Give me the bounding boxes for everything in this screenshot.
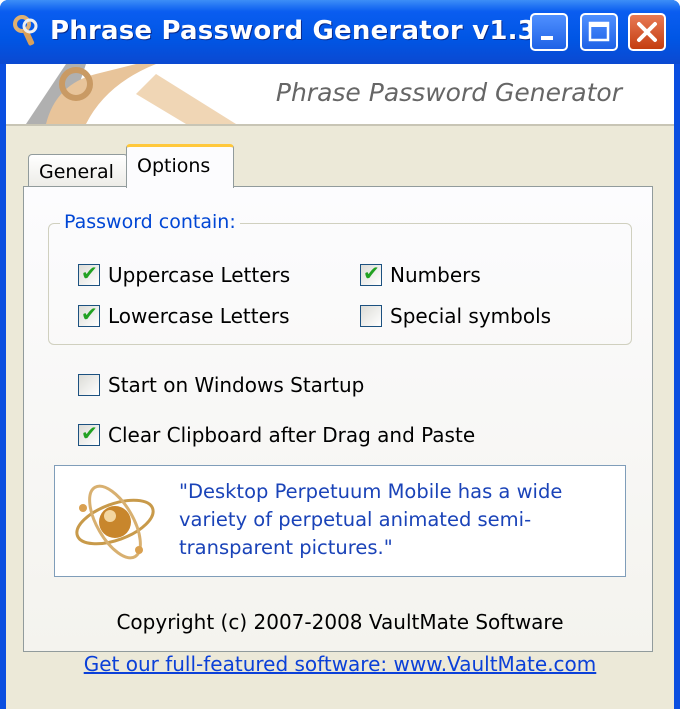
checkbox-box[interactable]: ✔ [78, 302, 100, 327]
title-bar[interactable]: Phrase Password Generator v1.3 [0, 0, 680, 64]
checkbox-box[interactable]: ✔ [78, 261, 100, 286]
lowercase-checkbox[interactable]: ✔ Lowercase Letters [78, 302, 290, 328]
numbers-label: Numbers [390, 263, 481, 287]
banner-title: Phrase Password Generator [275, 78, 622, 107]
uppercase-checkbox[interactable]: ✔ Uppercase Letters [78, 261, 291, 287]
tab-general[interactable]: General [28, 154, 128, 188]
tab-options[interactable]: Options [126, 144, 234, 188]
check-icon: ✔ [81, 261, 98, 285]
maximize-button[interactable] [580, 13, 618, 51]
keys-icon [13, 15, 38, 46]
close-button[interactable] [628, 13, 666, 51]
checkbox-box[interactable] [78, 374, 100, 396]
special-symbols-label: Special symbols [390, 304, 552, 328]
group-label: Password contain: [60, 211, 240, 233]
checkbox-box[interactable]: ✔ [360, 261, 382, 286]
client-area: Phrase Password Generator General Option… [6, 64, 674, 709]
ad-box[interactable]: "Desktop Perpetuum Mobile has a wide var… [54, 465, 626, 577]
check-icon: ✔ [81, 302, 98, 326]
copyright-text: Copyright (c) 2007-2008 VaultMate Softwa… [116, 610, 564, 634]
check-icon: ✔ [81, 421, 98, 445]
options-panel: Password contain: ✔ Uppercase Letters ✔ … [23, 186, 653, 652]
clear-clipboard-label: Clear Clipboard after Drag and Paste [108, 423, 476, 447]
vaultmate-link[interactable]: Get our full-featured software: www.Vaul… [6, 652, 674, 676]
numbers-checkbox[interactable]: ✔ Numbers [360, 261, 481, 287]
check-icon: ✔ [363, 261, 380, 285]
checkbox-box[interactable] [360, 305, 382, 327]
keys-illustration [26, 64, 236, 124]
app-window: Phrase Password Generator v1.3 Phrase Pa… [0, 0, 680, 709]
clear-clipboard-checkbox[interactable]: ✔ Clear Clipboard after Drag and Paste [78, 421, 476, 447]
close-icon [637, 22, 657, 42]
start-on-startup-checkbox[interactable]: Start on Windows Startup [78, 373, 364, 397]
window-title: Phrase Password Generator v1.3 [50, 16, 536, 46]
checkbox-box[interactable]: ✔ [78, 421, 100, 446]
special-symbols-checkbox[interactable]: Special symbols [360, 304, 551, 328]
uppercase-label: Uppercase Letters [108, 263, 291, 287]
ad-text: "Desktop Perpetuum Mobile has a wide var… [179, 480, 563, 559]
minimize-icon [541, 36, 553, 40]
maximize-icon [588, 21, 610, 42]
banner: Phrase Password Generator [6, 64, 674, 126]
start-on-startup-label: Start on Windows Startup [108, 373, 365, 397]
minimize-button[interactable] [530, 13, 568, 51]
lowercase-label: Lowercase Letters [108, 304, 290, 328]
orbit-sphere-icon [75, 484, 155, 560]
